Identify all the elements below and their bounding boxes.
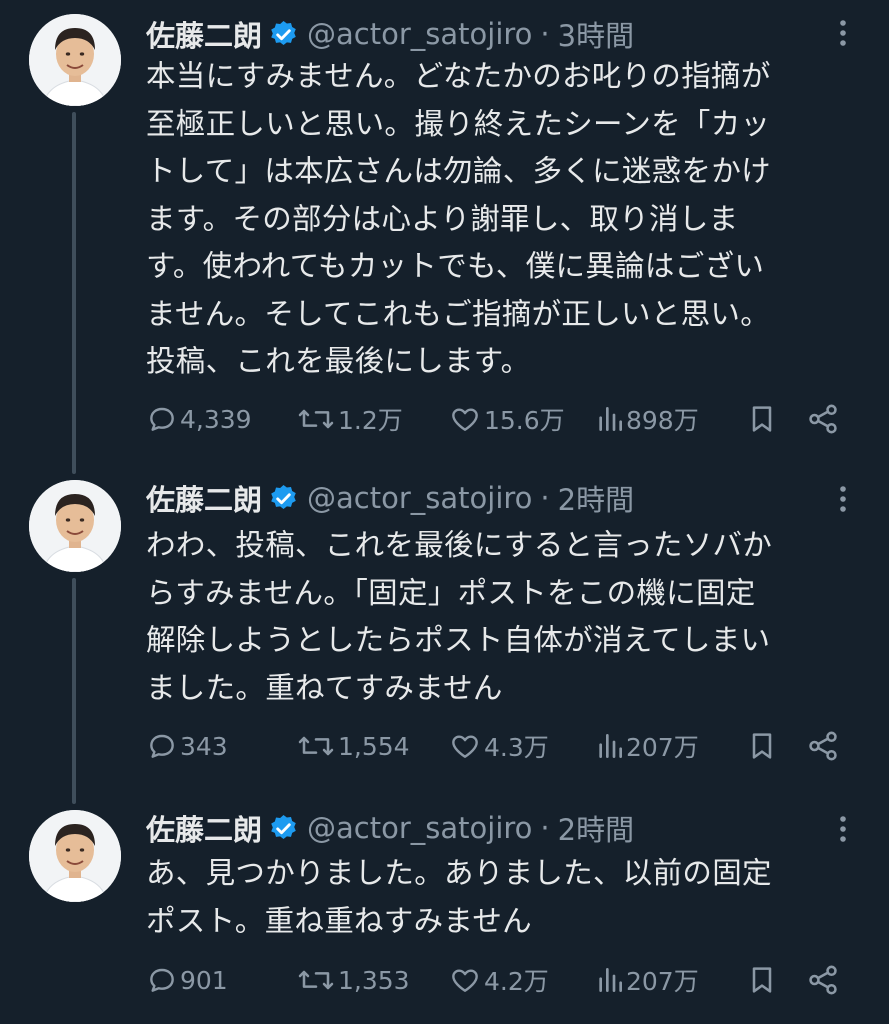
- tweet-text-line: 投稿、これを最後にします。: [146, 344, 531, 378]
- display-name[interactable]: 佐藤二朗: [146, 807, 262, 849]
- bookmark-icon: [752, 406, 772, 432]
- repost-icon: [298, 409, 334, 429]
- tweet-text-line: す。使われてもカットでも、僕に異論はござい: [146, 249, 765, 283]
- bookmark-icon: [752, 733, 772, 759]
- avatar-image: [29, 480, 121, 572]
- views-button[interactable]: 898万: [596, 399, 699, 439]
- reply-icon: [150, 407, 174, 431]
- share-icon: [809, 731, 837, 761]
- like-button[interactable]: 4.3万: [448, 726, 549, 766]
- action-bar: 4,339 1.2万 15.6万 898万: [146, 399, 856, 439]
- repost-count: 1,353: [338, 965, 410, 995]
- share-button[interactable]: [806, 399, 840, 439]
- share-icon: [809, 404, 837, 434]
- like-icon: [452, 408, 478, 431]
- timestamp[interactable]: 3時間: [558, 13, 634, 55]
- share-icon: [809, 965, 837, 995]
- repost-count: 1.2万: [338, 406, 403, 435]
- tweet-text-line: 解除しようとしたらポスト自体が消えてしまい: [146, 623, 771, 657]
- tweet-text-line: ポスト。重ね重ねすみません: [146, 903, 532, 938]
- like-icon: [452, 969, 478, 992]
- separator-dot: ·: [540, 481, 550, 515]
- like-button[interactable]: 4.2万: [448, 960, 549, 1000]
- display-name[interactable]: 佐藤二朗: [146, 477, 262, 519]
- thread-line: [72, 112, 76, 474]
- tweet-text: 本当にすみません。どなたかのお叱りの指摘が 至極正しいと思い。撮り終えたシーンを…: [146, 53, 846, 386]
- reply-icon: [150, 968, 174, 992]
- tweet-text-line: わわ、投稿、これを最後にすると言ったソバか: [146, 528, 773, 562]
- views-button[interactable]: 207万: [596, 726, 699, 766]
- handle[interactable]: @actor_satojiro: [307, 481, 532, 515]
- handle[interactable]: @actor_satojiro: [307, 811, 532, 845]
- avatar[interactable]: [29, 810, 121, 902]
- display-name[interactable]: 佐藤二朗: [146, 13, 262, 55]
- tweet-header: 佐藤二朗 @actor_satojiro · 3時間: [146, 10, 634, 58]
- view-count: 207万: [626, 967, 699, 996]
- view-count: 898万: [626, 406, 699, 435]
- reply-count: 343: [180, 731, 228, 761]
- verified-badge-icon[interactable]: [268, 19, 299, 50]
- timestamp[interactable]: 2時間: [558, 807, 634, 849]
- reply-count: 901: [180, 965, 228, 995]
- repost-button[interactable]: 1,554: [296, 726, 410, 766]
- tweet-text-line: 本当にすみません。どなたかのお叱りの指摘が: [146, 59, 771, 93]
- more-options-icon[interactable]: [832, 814, 854, 844]
- like-icon: [452, 735, 478, 758]
- more-options-icon[interactable]: [832, 484, 854, 514]
- verified-badge-icon[interactable]: [268, 483, 299, 514]
- action-bar: 901 1,353 4.2万 207万: [146, 960, 856, 1000]
- tweet-text-line: ません。そしてこれもご指摘が正しいと思い。: [146, 296, 771, 331]
- repost-button[interactable]: 1.2万: [296, 399, 403, 439]
- views-button[interactable]: 207万: [596, 960, 699, 1000]
- bookmark-icon: [752, 967, 772, 993]
- tweet-header: 佐藤二朗 @actor_satojiro · 2時間: [146, 804, 634, 852]
- reply-count: 4,339: [180, 404, 252, 434]
- action-bar: 343 1,554 4.3万 207万: [146, 726, 856, 766]
- like-button[interactable]: 15.6万: [448, 399, 565, 439]
- reply-button[interactable]: 901: [146, 960, 228, 1000]
- separator-dot: ·: [540, 811, 550, 845]
- avatar[interactable]: [29, 480, 121, 572]
- repost-button[interactable]: 1,353: [296, 960, 410, 1000]
- tweet-text: あ、見つかりました。ありました、以前の固定 ポスト。重ね重ねすみません: [146, 850, 846, 945]
- reply-button[interactable]: 4,339: [146, 399, 252, 439]
- timestamp[interactable]: 2時間: [558, 477, 634, 519]
- thread-line: [72, 578, 76, 804]
- like-count: 4.3万: [484, 733, 549, 762]
- bookmark-button[interactable]: [746, 960, 778, 1000]
- tweet-text-line: トして」は本広さんは勿論、多くに迷惑をかけ: [146, 154, 771, 188]
- bookmark-button[interactable]: [746, 399, 778, 439]
- like-count: 15.6万: [484, 406, 565, 435]
- avatar[interactable]: [29, 14, 121, 106]
- repost-count: 1,554: [338, 731, 410, 761]
- handle[interactable]: @actor_satojiro: [307, 17, 532, 51]
- tweet-text-line: あ、見つかりました。ありました、以前の固定: [146, 856, 772, 890]
- reply-icon: [150, 734, 174, 758]
- tweet-text-line: 至極正しいと思い。撮り終えたシーンを「カッ: [146, 106, 771, 141]
- separator-dot: ·: [540, 17, 550, 51]
- views-icon: [599, 968, 622, 992]
- bookmark-button[interactable]: [746, 726, 778, 766]
- tweet-text: わわ、投稿、これを最後にすると言ったソバか らすみません。「固定」ポストをこの機…: [146, 522, 846, 712]
- repost-icon: [298, 736, 334, 756]
- share-button[interactable]: [806, 726, 840, 766]
- like-count: 4.2万: [484, 967, 549, 996]
- avatar-image: [29, 14, 121, 106]
- views-icon: [599, 734, 622, 758]
- repost-icon: [298, 970, 334, 990]
- reply-button[interactable]: 343: [146, 726, 228, 766]
- share-button[interactable]: [806, 960, 840, 1000]
- tweet-header: 佐藤二朗 @actor_satojiro · 2時間: [146, 474, 634, 522]
- more-options-icon[interactable]: [832, 18, 854, 48]
- avatar-image: [29, 810, 121, 902]
- view-count: 207万: [626, 733, 699, 762]
- tweet-text-line: らすみません。「固定」ポストをこの機に固定: [146, 575, 756, 610]
- tweet-text-line: ます。その部分は心より謝罪し、取り消しま: [146, 201, 739, 236]
- verified-badge-icon[interactable]: [268, 813, 299, 844]
- tweet-text-line: ました。重ねてすみません: [146, 670, 503, 705]
- views-icon: [599, 407, 622, 431]
